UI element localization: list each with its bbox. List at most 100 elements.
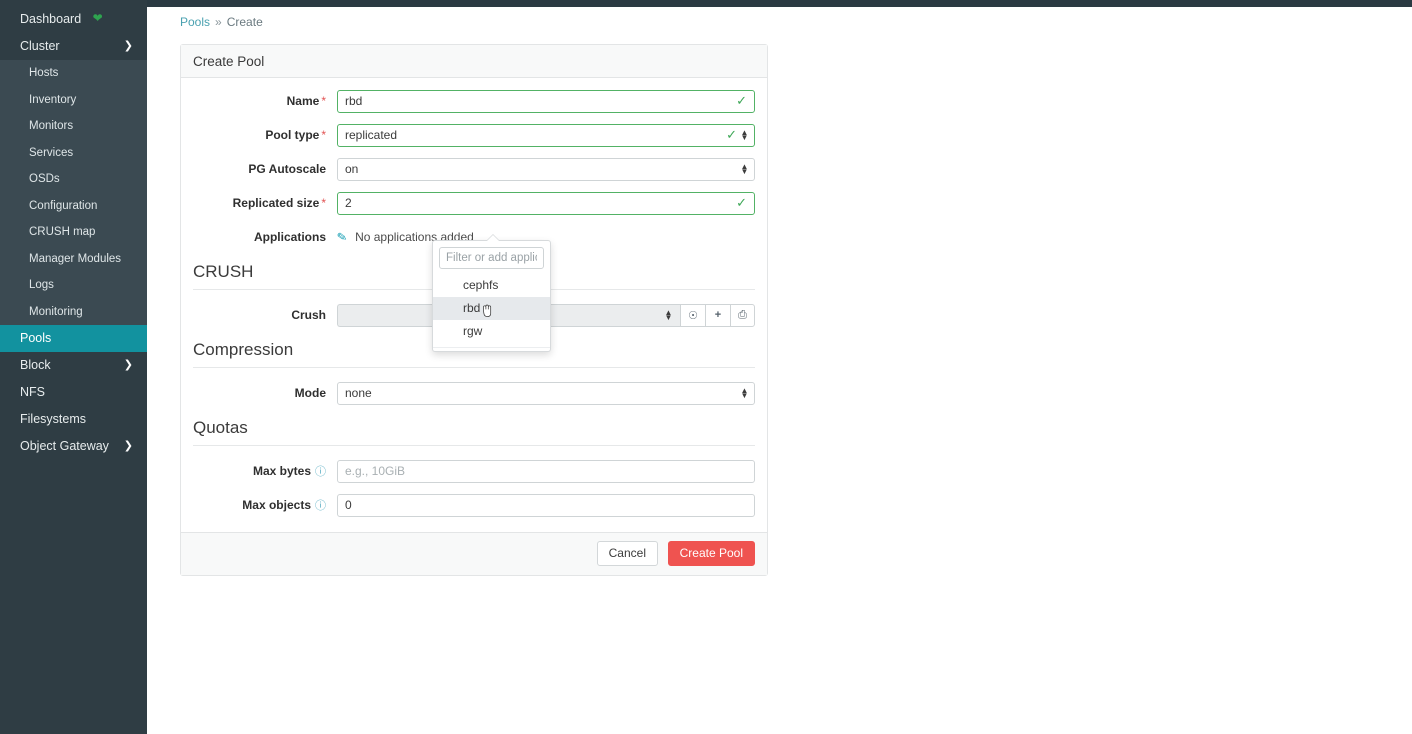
max-bytes-input[interactable] bbox=[337, 459, 755, 483]
pg-autoscale-select[interactable] bbox=[337, 157, 755, 181]
sidebar-item-label: Dashboard bbox=[20, 12, 82, 26]
applications-filter-input[interactable] bbox=[439, 247, 544, 269]
main-content: Pools » Create Create Pool Name* ✓ bbox=[147, 7, 1412, 734]
help-icon[interactable]: ⓘ bbox=[315, 497, 326, 513]
pool-type-select[interactable] bbox=[337, 123, 755, 147]
dropdown-divider bbox=[433, 347, 550, 349]
compression-mode-select[interactable] bbox=[337, 381, 755, 405]
sidebar-item-monitors[interactable]: Monitors bbox=[0, 113, 147, 140]
sidebar-item-monitoring[interactable]: Monitoring bbox=[0, 299, 147, 326]
form-row-pg-autoscale: PG Autoscale ▲▼ bbox=[193, 156, 755, 182]
pencil-icon[interactable]: ✎ bbox=[336, 229, 348, 245]
sidebar-item-configuration[interactable]: Configuration bbox=[0, 193, 147, 220]
sidebar-item-hosts[interactable]: Hosts bbox=[0, 60, 147, 87]
applications-option-rgw[interactable]: rgw bbox=[433, 320, 550, 343]
replicated-size-label-text: Replicated size bbox=[232, 196, 320, 210]
sidebar-item-object-gateway[interactable]: Object Gateway ❯ bbox=[0, 433, 147, 460]
sidebar-item-label: OSDs bbox=[29, 173, 60, 185]
name-input[interactable] bbox=[337, 89, 755, 113]
sidebar-item-logs[interactable]: Logs bbox=[0, 272, 147, 299]
mouse-cursor-icon bbox=[483, 304, 492, 317]
form-row-compression-mode: Mode ▲▼ bbox=[193, 380, 755, 406]
sidebar-submenu-cluster: Hosts Inventory Monitors Services OSDs C… bbox=[0, 60, 147, 325]
applications-label-text: Applications bbox=[253, 230, 326, 244]
breadcrumb-link-pools[interactable]: Pools bbox=[180, 15, 210, 29]
sidebar-item-label: Hosts bbox=[29, 67, 59, 79]
sidebar-item-services[interactable]: Services bbox=[0, 140, 147, 167]
sidebar-item-label: Configuration bbox=[29, 199, 98, 212]
max-bytes-label-text: Max bytes bbox=[252, 464, 311, 478]
compression-mode-control: ▲▼ bbox=[337, 381, 755, 405]
sidebar: Dashboard ❤ Cluster ❯ Hosts Inventory Mo… bbox=[0, 0, 147, 734]
applications-label: Applications bbox=[193, 230, 337, 244]
option-label: rgw bbox=[463, 324, 483, 338]
pool-type-control: ✓ ▲▼ bbox=[337, 123, 755, 147]
breadcrumb-current: Create bbox=[226, 15, 263, 29]
replicated-size-input[interactable] bbox=[337, 191, 755, 215]
help-icon[interactable]: ⓘ bbox=[315, 463, 326, 479]
trash-icon[interactable]: ⎙ bbox=[730, 303, 755, 327]
sidebar-item-manager-modules[interactable]: Manager Modules bbox=[0, 246, 147, 273]
chevron-right-icon: ❯ bbox=[123, 359, 133, 371]
applications-dropdown: cephfs rbd rgw bbox=[432, 234, 551, 352]
sidebar-item-label: Cluster bbox=[20, 39, 60, 53]
page-title: Create Pool bbox=[181, 45, 767, 78]
sidebar-item-label: Inventory bbox=[29, 93, 77, 106]
option-label: cephfs bbox=[463, 278, 499, 292]
chevron-right-icon: ❯ bbox=[123, 440, 133, 452]
name-label-text: Name bbox=[286, 94, 320, 108]
crush-label: Crush bbox=[193, 308, 337, 322]
max-objects-input[interactable] bbox=[337, 493, 755, 517]
top-bar bbox=[0, 0, 1412, 7]
sidebar-item-label: Logs bbox=[29, 279, 54, 291]
sidebar-item-label: NFS bbox=[20, 385, 45, 399]
breadcrumb-separator: » bbox=[215, 15, 222, 29]
add-icon[interactable]: + bbox=[705, 303, 730, 327]
sidebar-item-dashboard[interactable]: Dashboard ❤ bbox=[0, 6, 147, 33]
card-footer: Cancel Create Pool bbox=[181, 532, 767, 575]
pool-type-label: Pool type * bbox=[193, 128, 337, 142]
form-row-pool-type: Pool type* ✓ ▲▼ bbox=[193, 122, 755, 148]
sidebar-item-label: CRUSH map bbox=[29, 226, 96, 238]
sidebar-item-pools[interactable]: Pools bbox=[0, 325, 147, 352]
section-title-quotas: Quotas bbox=[193, 418, 755, 446]
option-label: rbd bbox=[463, 301, 481, 315]
crush-label-text: Crush bbox=[291, 308, 326, 322]
max-objects-label: Max objects ⓘ bbox=[193, 497, 337, 513]
pg-autoscale-label-text: PG Autoscale bbox=[248, 162, 326, 176]
cancel-button[interactable]: Cancel bbox=[596, 541, 658, 566]
help-icon[interactable]: ☉ bbox=[680, 303, 705, 327]
max-bytes-control bbox=[337, 459, 755, 483]
sidebar-item-label: Pools bbox=[20, 331, 52, 345]
sidebar-item-label: Services bbox=[29, 146, 74, 159]
sidebar-item-block[interactable]: Block ❯ bbox=[0, 352, 147, 379]
sidebar-item-inventory[interactable]: Inventory bbox=[0, 87, 147, 114]
pool-type-label-text: Pool type bbox=[265, 128, 320, 142]
compression-mode-label-text: Mode bbox=[294, 386, 326, 400]
sidebar-item-cluster[interactable]: Cluster ❯ bbox=[0, 33, 147, 60]
breadcrumb: Pools » Create bbox=[147, 7, 1412, 29]
replicated-size-label: Replicated size * bbox=[193, 196, 337, 210]
form-row-replicated-size: Replicated size* ✓ bbox=[193, 190, 755, 216]
applications-option-rbd[interactable]: rbd bbox=[433, 297, 550, 320]
max-objects-label-text: Max objects bbox=[242, 498, 311, 512]
max-bytes-label: Max bytes ⓘ bbox=[193, 463, 337, 479]
sidebar-item-crush-map[interactable]: CRUSH map bbox=[0, 219, 147, 246]
sidebar-item-label: Filesystems bbox=[20, 412, 86, 426]
sidebar-item-label: Monitors bbox=[29, 120, 74, 132]
required-marker: * bbox=[321, 94, 326, 108]
form-row-name: Name* ✓ bbox=[193, 88, 755, 114]
sidebar-item-nfs[interactable]: NFS bbox=[0, 379, 147, 406]
create-pool-button[interactable]: Create Pool bbox=[667, 541, 755, 566]
applications-option-cephfs[interactable]: cephfs bbox=[433, 274, 550, 297]
pg-autoscale-label: PG Autoscale bbox=[193, 162, 337, 176]
form-row-max-objects: Max objects ⓘ bbox=[193, 492, 755, 518]
form-row-max-bytes: Max bytes ⓘ bbox=[193, 458, 755, 484]
sidebar-item-label: Object Gateway bbox=[20, 439, 109, 453]
sidebar-item-label: Monitoring bbox=[29, 305, 83, 318]
pg-autoscale-control: ▲▼ bbox=[337, 157, 755, 181]
max-objects-control bbox=[337, 493, 755, 517]
sidebar-item-filesystems[interactable]: Filesystems bbox=[0, 406, 147, 433]
chevron-down-icon: ❯ bbox=[123, 40, 133, 52]
sidebar-item-osds[interactable]: OSDs bbox=[0, 166, 147, 193]
